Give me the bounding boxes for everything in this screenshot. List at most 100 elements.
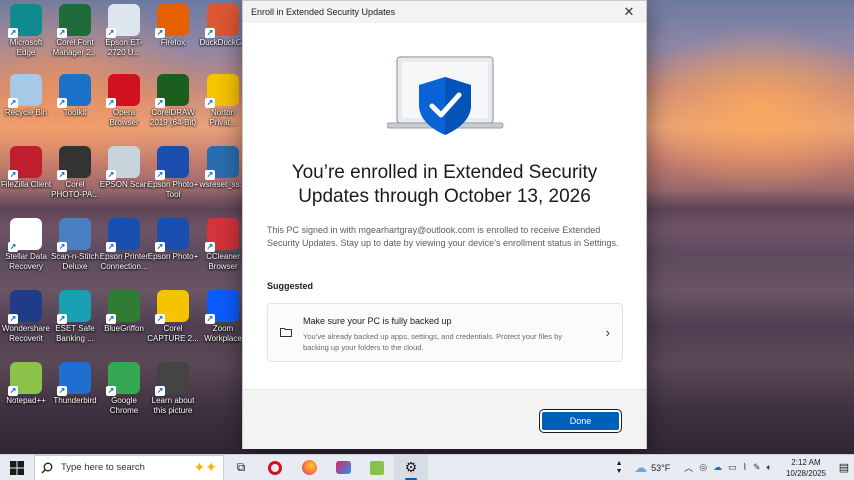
desktop-icon[interactable]: ↗ Epson Photo+	[147, 218, 199, 262]
desktop-icon-label: Google Chrome	[109, 396, 139, 415]
search-highlight-icon[interactable]: ✦✦	[194, 459, 217, 476]
desktop-icon[interactable]: ↗ Stellar Data Recovery	[0, 218, 52, 272]
desktop-icon-label: Corel Font Manager 2...	[52, 38, 98, 57]
shortcut-arrow-icon: ↗	[106, 170, 116, 180]
stellar-icon: ↗	[8, 218, 42, 252]
close-icon[interactable]: ✕	[620, 3, 638, 21]
taskbar-app-notepadpp[interactable]	[360, 455, 394, 480]
filezilla-icon: ↗	[8, 146, 42, 180]
shortcut-arrow-icon: ↗	[205, 314, 215, 324]
toolkit-icon: ↗	[57, 74, 91, 108]
shortcut-arrow-icon: ↗	[155, 98, 165, 108]
desktop-icon[interactable]: ↗ Opera Browser	[98, 74, 150, 128]
taskbar: Type here to search ✦✦ ⧉ ⚙ ▲ ▼ ☁ 53°F ︿ ◎…	[0, 454, 854, 480]
security-icon[interactable]: ◎	[699, 462, 707, 473]
firefox-icon: ↗	[155, 4, 189, 38]
desktop-icon-label: Toolkit	[63, 108, 87, 117]
corel-capture-icon: ↗	[155, 290, 189, 324]
recycle-bin-icon: ↗	[8, 74, 42, 108]
cloud-icon: ☁	[634, 459, 648, 475]
shortcut-arrow-icon: ↗	[57, 98, 67, 108]
desktop-icon[interactable]: ↗ Toolkit	[49, 74, 101, 118]
notepad-plus-icon: ↗	[8, 362, 42, 396]
card-title: Make sure your PC is fully backed up	[303, 316, 452, 326]
desktop-icon[interactable]: ↗ Learn about this picture	[147, 362, 199, 416]
taskbar-app-firefox[interactable]	[292, 455, 326, 480]
taskbar-search-box[interactable]: Type here to search ✦✦	[34, 454, 224, 480]
desktop-icon[interactable]: ↗ Epson Printer Connection...	[98, 218, 150, 272]
desktop-icon-label: Corel CAPTURE 2...	[147, 324, 199, 343]
gear-icon: ⚙	[404, 459, 418, 475]
firefox-icon	[301, 460, 317, 475]
start-button[interactable]	[0, 455, 34, 480]
corel-photo-paint-icon: ↗	[57, 146, 91, 180]
desktop-icon[interactable]: ↗ FileZilla Client	[0, 146, 52, 190]
coreldraw-icon: ↗	[155, 74, 189, 108]
shortcut-arrow-icon: ↗	[205, 170, 215, 180]
shortcut-arrow-icon: ↗	[106, 242, 116, 252]
system-tray: ︿ ◎ ☁ ▭ ⌇ ✎ 🔈︎	[678, 461, 778, 474]
desktop-icon[interactable]: ↗ Microsoft Edge	[0, 4, 52, 58]
shortcut-arrow-icon: ↗	[106, 386, 116, 396]
desktop-icon-label: Notepad++	[6, 396, 46, 405]
done-button[interactable]: Done	[539, 409, 622, 433]
desktop-icon[interactable]: ↗ Recycle Bin	[0, 74, 52, 118]
epson-scan-icon: ↗	[106, 146, 140, 180]
pen-icon[interactable]: ✎	[753, 462, 761, 473]
desktop-icon[interactable]: ↗ Corel PHOTO-PA...	[49, 146, 101, 200]
backup-suggestion-card[interactable]: Make sure your PC is fully backed up You…	[267, 303, 623, 362]
desktop-icon[interactable]: ↗ Corel CAPTURE 2...	[147, 290, 199, 344]
desktop-icon[interactable]: ↗ CorelDRAW 2019 (64-Bit)	[147, 74, 199, 128]
battery-icon[interactable]: ▭	[728, 462, 737, 473]
shortcut-arrow-icon: ↗	[57, 242, 67, 252]
desktop-icon-label: Opera Browser	[109, 108, 139, 127]
taskbar-app-settings[interactable]: ⚙	[394, 454, 428, 480]
ccleaner-icon: ↗	[205, 218, 239, 252]
recoverit-icon: ↗	[8, 290, 42, 324]
taskbar-app-opera[interactable]	[258, 455, 292, 480]
desktop-icon-label: Corel PHOTO-PA...	[51, 180, 99, 199]
dialog-description: This PC signed in with mgearhartgray@out…	[267, 225, 619, 248]
desktop-icon[interactable]: ↗ EPSON Scan	[98, 146, 150, 190]
epson-photo-plus-icon: ↗	[155, 218, 189, 252]
system-clock[interactable]: 2:12 AM 10/28/2025	[778, 457, 834, 479]
desktop-icon[interactable]: ↗ Firefox	[147, 4, 199, 48]
desktop-icon-label: BlueGriffon	[104, 324, 144, 333]
volume-icon[interactable]: 🔈︎	[767, 462, 772, 473]
desktop-icon[interactable]: ↗ ESET Safe Banking ...	[49, 290, 101, 344]
desktop-icon[interactable]: ↗ Scan-n-Stitch Deluxe	[49, 218, 101, 272]
shortcut-arrow-icon: ↗	[8, 386, 18, 396]
search-placeholder: Type here to search	[61, 462, 145, 473]
desktop-icon-label: Wondershare Recoverit	[2, 324, 50, 343]
desktop-icon[interactable]: ↗ Epson Photo+ Tool	[147, 146, 199, 200]
desktop-icon-label: Learn about this picture	[151, 396, 195, 415]
desktop-icon-label: Thunderbird	[53, 396, 97, 405]
taskbar-app-photos[interactable]	[326, 455, 360, 480]
onedrive-icon[interactable]: ☁	[713, 462, 722, 473]
network-icon[interactable]: ⌇	[743, 462, 747, 473]
desktop-icon[interactable]: ↗ Corel Font Manager 2...	[49, 4, 101, 58]
shortcut-arrow-icon: ↗	[155, 314, 165, 324]
eset-icon: ↗	[57, 290, 91, 324]
shortcut-arrow-icon: ↗	[8, 98, 18, 108]
desktop-icon[interactable]: ↗ Thunderbird	[49, 362, 101, 406]
chevron-up-icon[interactable]: ︿	[684, 461, 693, 474]
shortcut-arrow-icon: ↗	[155, 28, 165, 38]
notification-icon: ▤	[838, 462, 850, 474]
esu-dialog: Enroll in Extended Security Updates ✕ Yo…	[242, 0, 647, 449]
shortcut-arrow-icon: ↗	[106, 98, 116, 108]
desktop-icon[interactable]: ↗ Google Chrome	[98, 362, 150, 416]
task-view-button[interactable]: ⧉	[224, 455, 258, 480]
desktop-icon[interactable]: ↗ Wondershare Recoverit	[0, 290, 52, 344]
desktop-icon[interactable]: ↗ Notepad++	[0, 362, 52, 406]
dialog-body: You’re enrolled in Extended Security Upd…	[243, 23, 646, 389]
shortcut-arrow-icon: ↗	[155, 386, 165, 396]
notification-button[interactable]: ▤	[834, 455, 854, 480]
folder-icon	[280, 328, 292, 337]
zoom-icon: ↗	[205, 290, 239, 324]
desktop-icon[interactable]: ↗ BlueGriffon	[98, 290, 150, 334]
camera-icon: ↗	[155, 362, 189, 396]
weather-widget[interactable]: ☁ 53°F	[626, 460, 678, 476]
desktop-icon[interactable]: ↗ Epson ET-2720 U...	[98, 4, 150, 58]
taskbar-scroll[interactable]: ▲ ▼	[612, 455, 626, 480]
